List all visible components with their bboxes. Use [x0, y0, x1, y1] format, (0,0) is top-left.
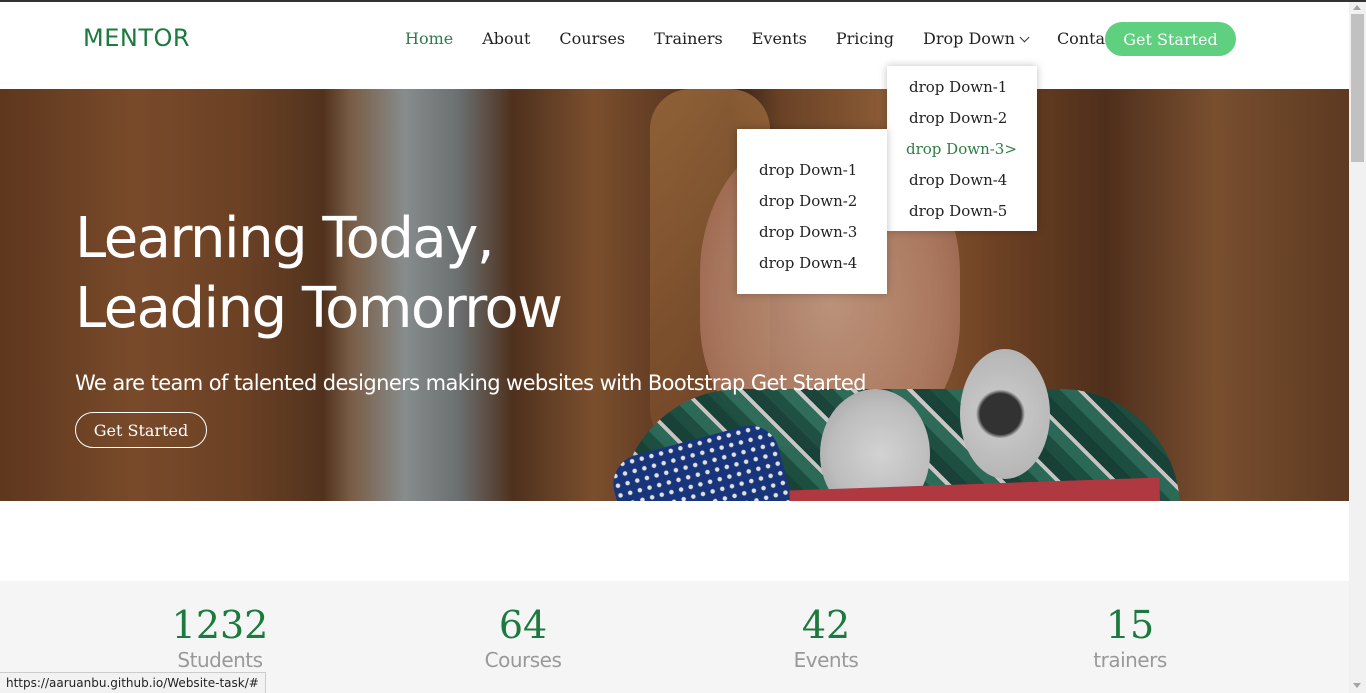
- stat-label: Students: [177, 648, 263, 672]
- hero-title-line1: Learning Today,: [75, 206, 495, 271]
- chevron-down-icon: [1019, 32, 1030, 42]
- stat-value: 1232: [171, 603, 269, 647]
- scroll-down-icon[interactable]: [1353, 683, 1361, 688]
- nav-pricing[interactable]: Pricing: [836, 29, 894, 48]
- dropdown-item-5[interactable]: drop Down-5: [887, 199, 1037, 230]
- stat-students: 1232 Students: [120, 605, 320, 672]
- submenu-item-3[interactable]: drop Down-3: [737, 220, 887, 251]
- nav-courses[interactable]: Courses: [559, 29, 625, 48]
- nav-trainers[interactable]: Trainers: [654, 29, 723, 48]
- submenu-item-1[interactable]: drop Down-1: [737, 158, 887, 189]
- hero-subtitle: We are team of talented designers making…: [75, 371, 867, 395]
- nav-home[interactable]: Home: [405, 29, 453, 48]
- submenu-item-2[interactable]: drop Down-2: [737, 189, 887, 220]
- submenu-item-4[interactable]: drop Down-4: [737, 251, 887, 282]
- scrollbar-thumb[interactable]: [1351, 14, 1364, 162]
- scroll-up-icon[interactable]: [1353, 5, 1361, 10]
- nav-dropdown-label: Drop Down: [923, 28, 1015, 48]
- get-started-button[interactable]: Get Started: [1105, 22, 1236, 56]
- stat-value: 64: [498, 603, 548, 647]
- stat-trainers: 15 trainers: [1030, 605, 1230, 672]
- nav-events[interactable]: Events: [752, 29, 807, 48]
- hero-title-line2: Leading Tomorrow: [75, 276, 563, 341]
- dropdown-item-2[interactable]: drop Down-2: [887, 106, 1037, 137]
- link-status-bar: https://aaruanbu.github.io/Website-task/…: [0, 672, 266, 693]
- stat-events: 42 Events: [726, 605, 926, 672]
- dropdown-submenu: drop Down-1 drop Down-2 drop Down-3 drop…: [737, 129, 887, 294]
- dropdown-item-1[interactable]: drop Down-1: [887, 75, 1037, 106]
- main-nav: Home About Courses Trainers Events Prici…: [405, 26, 1151, 50]
- hero-get-started-button[interactable]: Get Started: [75, 412, 207, 448]
- stat-value: 42: [801, 603, 851, 647]
- site-header: MENTOR Home About Courses Trainers Event…: [0, 2, 1349, 88]
- nav-dropdown[interactable]: Drop Down: [923, 28, 1030, 48]
- nav-about[interactable]: About: [482, 29, 530, 48]
- hero-section: Learning Today, Leading Tomorrow We are …: [0, 89, 1349, 501]
- page-viewport: MENTOR Home About Courses Trainers Event…: [0, 2, 1349, 693]
- stat-value: 15: [1105, 603, 1155, 647]
- stat-label: trainers: [1093, 648, 1167, 672]
- stat-label: Events: [793, 648, 859, 672]
- dropdown-item-3[interactable]: drop Down-3>: [887, 137, 1037, 168]
- site-logo[interactable]: MENTOR: [83, 24, 190, 52]
- stat-courses: 64 Courses: [423, 605, 623, 672]
- dropdown-menu: drop Down-1 drop Down-2 drop Down-3> dro…: [887, 66, 1037, 231]
- dropdown-item-4[interactable]: drop Down-4: [887, 168, 1037, 199]
- vertical-scrollbar[interactable]: [1349, 2, 1366, 693]
- stat-label: Courses: [484, 648, 562, 672]
- hero-title: Learning Today, Leading Tomorrow: [75, 204, 563, 344]
